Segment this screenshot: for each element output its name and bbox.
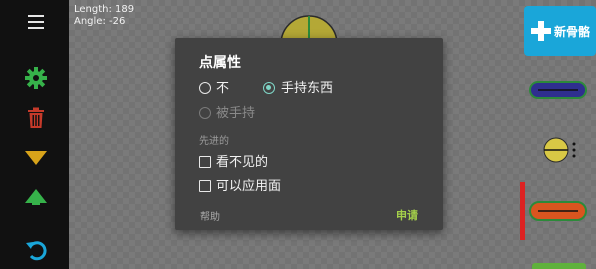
toolbar-sidebar (0, 0, 69, 269)
length-readout: Length: 189 (74, 4, 135, 15)
checkbox-invisible[interactable] (199, 156, 211, 168)
bone-shape-orange[interactable] (528, 198, 588, 224)
checkbox-apply-face[interactable] (199, 180, 211, 192)
new-bone-button[interactable]: 新骨骼 (524, 6, 596, 56)
trash-icon[interactable] (24, 106, 48, 130)
angle-readout: Angle: -26 (74, 16, 126, 27)
red-marker (520, 182, 525, 240)
joint-shape-yellow[interactable] (540, 136, 580, 164)
bone-shape-green[interactable] (532, 263, 586, 269)
arrow-up-icon[interactable] (24, 184, 48, 208)
apply-button[interactable]: 申请 (396, 207, 418, 223)
radio-held[interactable] (199, 107, 211, 119)
bone-info: Length: 189 Angle: -26 (74, 4, 134, 28)
radio-held-label: 被手持 (216, 106, 256, 121)
menu-icon[interactable] (24, 10, 48, 34)
dialog-title: 点属性 (199, 55, 241, 71)
plus-icon (531, 21, 551, 41)
new-bone-label: 新骨骼 (554, 24, 591, 39)
radio-none-label: 不 (216, 81, 230, 96)
radio-holding[interactable] (263, 82, 275, 94)
radio-none[interactable] (199, 82, 211, 94)
point-properties-dialog: 点属性 不 手持东西 被手持 先进的 看不见的 可以应用面 帮助 申请 (175, 38, 443, 230)
advanced-section-header: 先进的 (199, 136, 229, 147)
radio-holding-label: 手持东西 (281, 81, 334, 96)
bone-shape-blue[interactable] (528, 78, 588, 102)
help-button[interactable]: 帮助 (200, 208, 220, 223)
checkbox-invisible-label: 看不见的 (216, 155, 269, 170)
checkbox-apply-face-label: 可以应用面 (216, 179, 282, 194)
undo-icon[interactable] (24, 238, 48, 262)
gear-icon[interactable] (24, 66, 48, 90)
arrow-down-icon[interactable] (24, 146, 48, 170)
